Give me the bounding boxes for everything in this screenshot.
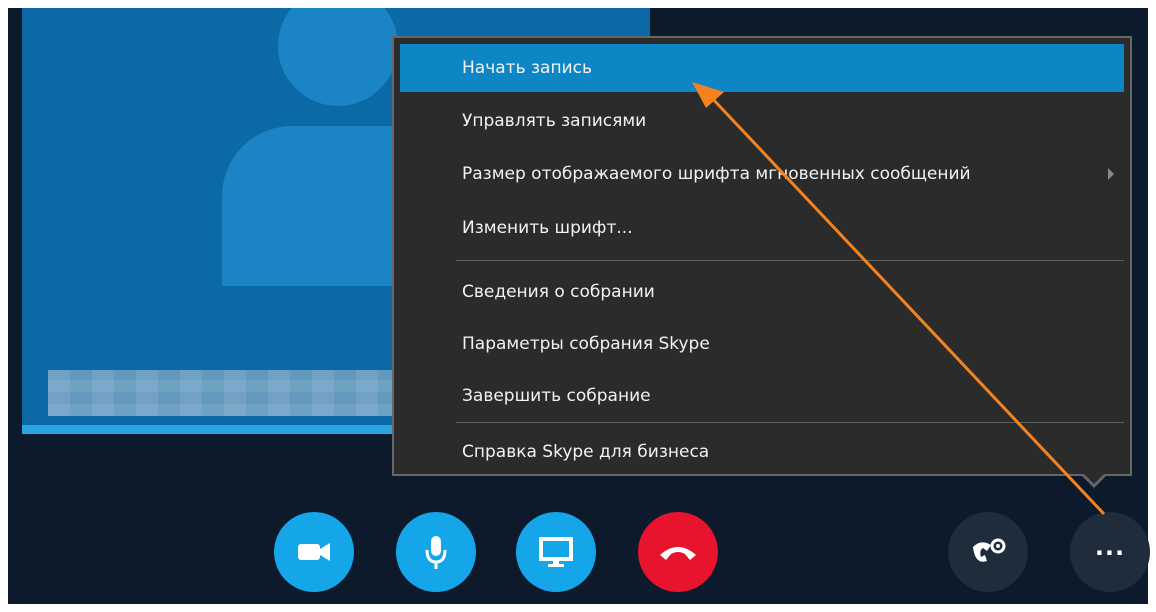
- more-options-menu: Начать запись Управлять записями Размер …: [392, 36, 1132, 476]
- call-controls-button[interactable]: [948, 512, 1028, 592]
- menu-item-manage-recordings[interactable]: Управлять записями: [400, 97, 1124, 145]
- menu-item-im-font-size[interactable]: Размер отображаемого шрифта мгновенных с…: [400, 150, 1124, 198]
- menu-item-end-meeting[interactable]: Завершить собрание: [400, 372, 1124, 420]
- participant-name-pixelated: [48, 370, 396, 416]
- phone-settings-icon: [973, 538, 1006, 562]
- menu-separator: [456, 260, 1124, 261]
- menu-pointer-fill: [1084, 474, 1104, 484]
- more-options-button[interactable]: ...: [1070, 512, 1150, 592]
- mute-button[interactable]: [396, 512, 476, 592]
- menu-item-label: Параметры собрания Skype: [462, 334, 710, 354]
- menu-item-label: Завершить собрание: [462, 386, 651, 406]
- menu-item-label: Сведения о собрании: [462, 282, 655, 302]
- avatar-head-icon: [278, 8, 398, 106]
- hang-up-phone-icon: [660, 547, 696, 560]
- menu-item-help[interactable]: Справка Skype для бизнеса: [400, 428, 1124, 476]
- menu-item-label: Управлять записями: [462, 111, 647, 131]
- menu-item-change-font[interactable]: Изменить шрифт...: [400, 204, 1124, 252]
- share-screen-button[interactable]: [516, 512, 596, 592]
- menu-item-meeting-info[interactable]: Сведения о собрании: [400, 268, 1124, 316]
- screenshot-stage: Начать запись Управлять записями Размер …: [0, 0, 1156, 612]
- menu-item-label: Справка Skype для бизнеса: [462, 442, 710, 462]
- menu-item-meeting-options[interactable]: Параметры собрания Skype: [400, 320, 1124, 368]
- video-button[interactable]: [274, 512, 354, 592]
- menu-item-start-recording[interactable]: Начать запись: [400, 44, 1124, 92]
- submenu-arrow-icon: [1108, 168, 1114, 180]
- more-options-icon: ...: [1094, 533, 1126, 561]
- menu-separator: [456, 422, 1124, 423]
- menu-item-label: Изменить шрифт...: [462, 218, 633, 238]
- menu-item-label: Начать запись: [462, 58, 592, 78]
- microphone-icon: [425, 536, 447, 569]
- monitor-icon: [539, 537, 573, 567]
- video-camera-icon: [298, 543, 330, 561]
- hang-up-button[interactable]: [638, 512, 718, 592]
- menu-item-label: Размер отображаемого шрифта мгновенных с…: [462, 164, 971, 184]
